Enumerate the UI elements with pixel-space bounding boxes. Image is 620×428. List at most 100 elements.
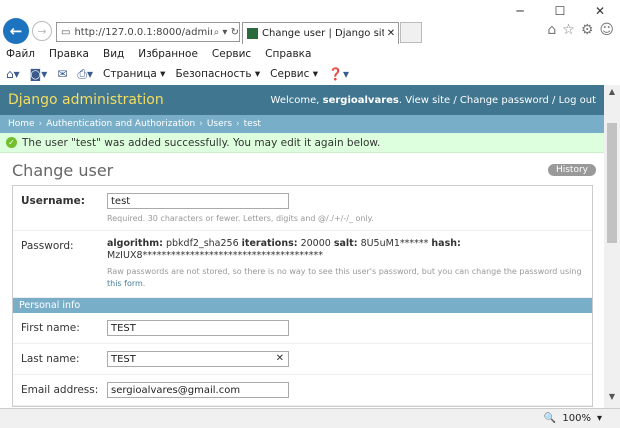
arrow-right-icon: → <box>37 24 47 38</box>
browser-chrome: ─ ☐ ✕ ← → ▭ http://127.0.0.1:8000/admin … <box>0 0 620 44</box>
menu-service[interactable]: Сервис ▾ <box>270 68 318 80</box>
clear-icon[interactable]: ✕ <box>276 353 284 364</box>
password-form-link[interactable]: this form <box>107 279 143 288</box>
pw-algorithm-label: algorithm: <box>107 238 163 249</box>
username-label: Username: <box>21 195 85 207</box>
tab-close-icon[interactable]: ✕ <box>384 28 398 39</box>
password-help-text: Raw passwords are not stored, so there i… <box>107 267 582 276</box>
toolbar-icons: ⌂ ☆ ⚙ ☺ <box>547 22 614 38</box>
feeds-icon[interactable]: ◙▾ <box>30 67 48 81</box>
pw-algorithm: pbkdf2_sha256 <box>165 238 239 249</box>
menu-view[interactable]: Вид <box>103 48 124 60</box>
maximize-icon[interactable]: ☐ <box>540 0 580 22</box>
page-title: Change user <box>12 160 114 180</box>
site-brand[interactable]: Django administration <box>8 92 164 108</box>
email-label: Email address: <box>21 384 99 396</box>
last-name-field-wrap: TEST ✕ <box>107 351 584 367</box>
arrow-left-icon: ← <box>9 22 23 40</box>
print-icon[interactable]: ⎙▾ <box>77 67 93 82</box>
content: Change user History Username: test Requi… <box>0 153 604 407</box>
zoom-icon: 🔍 <box>543 413 557 424</box>
password-summary: algorithm: pbkdf2_sha256 iterations: 200… <box>107 238 584 262</box>
zoom-dropdown-icon[interactable]: ▾ <box>597 413 602 424</box>
success-text: The user "test" was added successfully. … <box>22 136 381 149</box>
status-bar: 🔍 100% ▾ <box>0 408 620 428</box>
first-name-input[interactable]: TEST <box>107 320 289 336</box>
crumb-separator: › <box>199 119 203 129</box>
zoom-level[interactable]: 100% <box>562 413 591 424</box>
crumb-users[interactable]: Users <box>207 119 232 129</box>
email-field-wrap: sergioalvares@gmail.com <box>107 382 584 398</box>
last-name-row: Last name: TEST ✕ <box>13 344 592 375</box>
pw-salt: 8U5uM1****** <box>360 238 429 249</box>
tab-title: Change user | Django site a... <box>262 28 384 39</box>
pw-salt-label: salt: <box>333 238 358 249</box>
smiley-icon[interactable]: ☺ <box>599 22 614 38</box>
crumb-separator: › <box>236 119 240 129</box>
menu-security[interactable]: Безопасность ▾ <box>175 68 260 80</box>
last-name-value: TEST <box>111 353 136 365</box>
vertical-scrollbar[interactable]: ▲ ▼ <box>604 85 620 408</box>
section-heading: Personal info <box>13 298 592 313</box>
username-row: Username: test Required. 30 characters o… <box>13 186 592 231</box>
email-input[interactable]: sergioalvares@gmail.com <box>107 382 289 398</box>
menu-edit[interactable]: Правка <box>49 48 89 60</box>
crumb-home[interactable]: Home <box>8 119 35 129</box>
menu-page[interactable]: Страница ▾ <box>103 68 165 80</box>
user-form: Username: test Required. 30 characters o… <box>12 185 593 407</box>
crumb-auth[interactable]: Authentication and Authorization <box>46 119 195 129</box>
home-icon[interactable]: ⌂▾ <box>6 67 20 81</box>
address-bar[interactable]: ▭ http://127.0.0.1:8000/admin ⌕ ▾ ↻ <box>56 22 240 42</box>
star-icon[interactable]: ☆ <box>562 22 575 38</box>
menu-help[interactable]: Справка <box>265 48 311 60</box>
password-help: Raw passwords are not stored, so there i… <box>107 267 582 288</box>
page-icon: ▭ <box>61 26 71 38</box>
password-row: Password: algorithm: pbkdf2_sha256 itera… <box>13 231 592 298</box>
pw-hash-label: hash: <box>431 238 461 249</box>
pw-iterations-label: iterations: <box>241 238 298 249</box>
scroll-thumb[interactable] <box>607 123 617 243</box>
back-button[interactable]: ← <box>3 18 29 44</box>
page-viewport: Django administration Welcome, sergioalv… <box>0 85 604 408</box>
password-label: Password: <box>21 240 74 252</box>
scroll-down-icon[interactable]: ▼ <box>604 392 620 406</box>
forward-button[interactable]: → <box>32 21 52 41</box>
pw-iterations: 20000 <box>300 238 331 249</box>
search-icon[interactable]: ⌕ ▾ ↻ <box>214 27 239 38</box>
crumb-current: test <box>243 119 261 129</box>
last-name-input[interactable]: TEST ✕ <box>107 351 289 367</box>
username-help: Required. 30 characters or fewer. Letter… <box>107 214 374 223</box>
menu-favorites[interactable]: Избранное <box>138 48 198 60</box>
breadcrumb: Home › Authentication and Authorization › … <box>0 115 604 133</box>
help-icon[interactable]: ❓▾ <box>328 67 349 81</box>
browser-tab[interactable]: Change user | Django site a... ✕ <box>242 22 399 44</box>
crumb-separator: › <box>38 119 43 129</box>
home-icon[interactable]: ⌂ <box>547 22 556 38</box>
last-name-label: Last name: <box>21 353 80 365</box>
check-icon: ✓ <box>6 137 17 148</box>
new-tab-button[interactable] <box>400 22 422 43</box>
menu-file[interactable]: Файл <box>6 48 35 60</box>
pw-hash: MzIUX8**********************************… <box>107 250 323 261</box>
title-row: Change user History <box>12 159 596 181</box>
minimize-icon[interactable]: ─ <box>500 0 540 22</box>
username-input[interactable]: test <box>107 193 289 209</box>
scroll-up-icon[interactable]: ▲ <box>604 87 620 101</box>
username-field-wrap: test Required. 30 characters or fewer. L… <box>107 193 584 223</box>
menu-tools[interactable]: Сервис <box>212 48 251 60</box>
username-display: sergioalvares <box>322 94 399 106</box>
first-name-field-wrap: TEST <box>107 320 584 336</box>
gear-icon[interactable]: ⚙ <box>581 22 594 38</box>
user-links[interactable]: . View site / Change password / Log out <box>399 95 596 106</box>
history-button[interactable]: History <box>547 164 596 176</box>
menu-bar: Файл Правка Вид Избранное Сервис Справка <box>0 44 620 63</box>
password-field-wrap: algorithm: pbkdf2_sha256 iterations: 200… <box>107 238 584 290</box>
admin-header: Django administration Welcome, sergioalv… <box>0 85 604 115</box>
first-name-row: First name: TEST <box>13 313 592 344</box>
address-text: http://127.0.0.1:8000/admin <box>74 26 212 38</box>
mail-icon[interactable]: ✉ <box>57 67 67 81</box>
welcome-text: Welcome, <box>270 94 320 106</box>
email-row: Email address: sergioalvares@gmail.com <box>13 375 592 406</box>
close-icon[interactable]: ✕ <box>580 0 620 22</box>
command-bar: ⌂▾ ◙▾ ✉ ⎙▾ Страница ▾ Безопасность ▾ Сер… <box>0 63 620 85</box>
